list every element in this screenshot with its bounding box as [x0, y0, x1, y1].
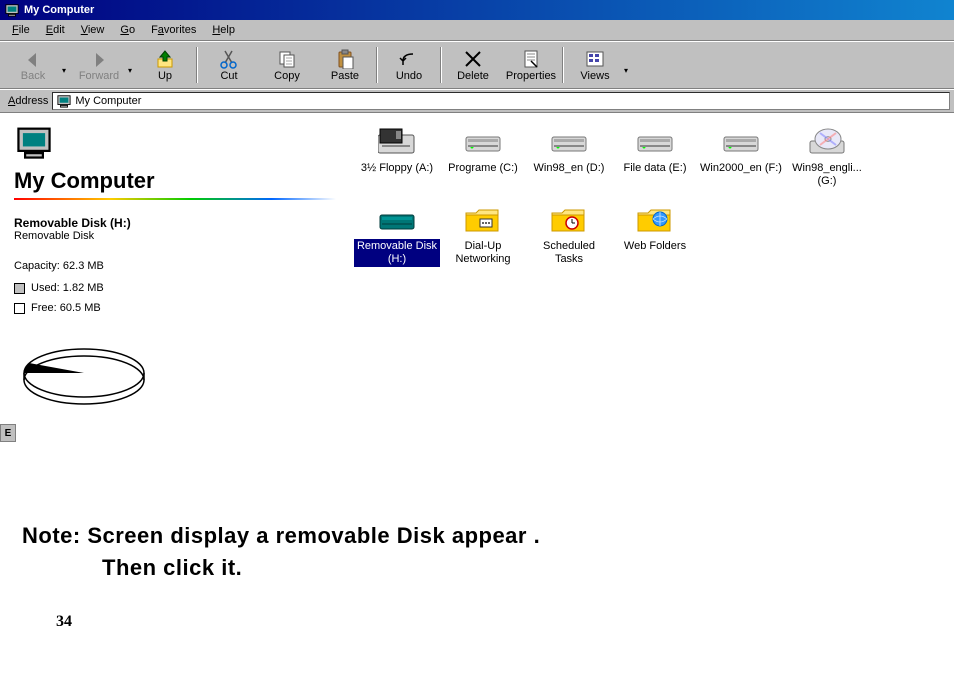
used-label: Used: 1.82 MB: [31, 282, 104, 294]
address-label: Address: [4, 95, 52, 107]
cut-icon: [218, 49, 240, 69]
computer-icon: [56, 94, 72, 108]
properties-icon: [520, 49, 542, 69]
copy-button[interactable]: Copy: [258, 43, 316, 87]
views-icon: [584, 49, 606, 69]
free-label: Free: 60.5 MB: [31, 302, 101, 314]
removable-icon: [377, 204, 417, 236]
window-title: My Computer: [24, 4, 94, 16]
menu-favorites[interactable]: Favorites: [143, 22, 204, 38]
cd-icon: [807, 126, 847, 158]
pie-chart: [14, 338, 164, 411]
views-button[interactable]: Views: [566, 43, 624, 87]
delete-icon: [462, 49, 484, 69]
views-dropdown[interactable]: ▾: [624, 56, 632, 75]
up-icon: [154, 49, 176, 69]
rainbow-divider: [14, 198, 336, 200]
note-line-2: Then click it.: [22, 555, 942, 581]
drive-item[interactable]: Programe (C:): [440, 126, 526, 188]
drive-item[interactable]: Win98_engli... (G:): [784, 126, 870, 188]
hdd-icon: [635, 126, 675, 158]
up-button[interactable]: Up: [136, 43, 194, 87]
paste-icon: [334, 49, 356, 69]
toolbar-separator: [562, 47, 564, 83]
drive-label: Dial-Up Networking: [440, 239, 526, 266]
hdd-icon: [549, 126, 589, 158]
note-line-1: Note: Screen display a removable Disk ap…: [22, 523, 942, 549]
drive-item[interactable]: Removable Disk (H:): [354, 204, 440, 266]
selection-name: Removable Disk (H:): [14, 216, 336, 230]
titlebar: My Computer: [0, 0, 954, 20]
drive-label: Removable Disk (H:): [354, 239, 440, 266]
drive-label: File data (E:): [622, 161, 689, 176]
paste-button[interactable]: Paste: [316, 43, 374, 87]
folder-dial-icon: [463, 204, 503, 236]
copy-icon: [276, 49, 298, 69]
toolbar-separator: [440, 47, 442, 83]
menu-file[interactable]: File: [4, 22, 38, 38]
toolbar-separator: [196, 47, 198, 83]
forward-icon: [88, 49, 110, 69]
properties-button[interactable]: Properties: [502, 43, 560, 87]
drive-label: Win98_engli... (G:): [784, 161, 870, 188]
undo-icon: [398, 49, 420, 69]
back-dropdown[interactable]: ▾: [62, 56, 70, 75]
drive-label: 3½ Floppy (A:): [359, 161, 435, 176]
menubar: File Edit View Go Favorites Help: [0, 20, 954, 41]
toolbar: Back ▾ Forward ▾ Up Cut Copy Paste Undo: [0, 41, 954, 89]
back-button[interactable]: Back: [4, 43, 62, 87]
menu-go[interactable]: Go: [112, 22, 143, 38]
drive-item[interactable]: Dial-Up Networking: [440, 204, 526, 266]
drive-label: Win2000_en (F:): [698, 161, 784, 176]
drive-item[interactable]: Win98_en (D:): [526, 126, 612, 188]
back-icon: [22, 49, 44, 69]
computer-large-icon: [14, 124, 54, 160]
drive-icon-view: 3½ Floppy (A:) Programe (C:) Win98_en (D:)…: [350, 114, 954, 483]
drive-label: Programe (C:): [446, 161, 520, 176]
free-swatch: [14, 303, 25, 314]
free-row: Free: 60.5 MB: [14, 302, 336, 314]
cut-button[interactable]: Cut: [200, 43, 258, 87]
content-area: My Computer Removable Disk (H:) Removabl…: [0, 113, 954, 483]
note-text: Note: Screen display a removable Disk ap…: [0, 483, 954, 593]
forward-button[interactable]: Forward: [70, 43, 128, 87]
explorer-window: My Computer File Edit View Go Favorites …: [0, 0, 954, 483]
folder-sched-icon: [549, 204, 589, 236]
hdd-icon: [721, 126, 761, 158]
floppy-icon: [377, 126, 417, 158]
drive-label: Scheduled Tasks: [526, 239, 612, 266]
page-title: My Computer: [14, 168, 336, 194]
drive-item[interactable]: Web Folders: [612, 204, 698, 266]
used-swatch: [14, 283, 25, 294]
toolbar-separator: [376, 47, 378, 83]
capacity-label: Capacity: 62.3 MB: [14, 260, 336, 272]
selection-type: Removable Disk: [14, 230, 336, 242]
addressbar: Address My Computer: [0, 89, 954, 113]
address-value: My Computer: [75, 95, 141, 107]
folder-web-icon: [635, 204, 675, 236]
address-input[interactable]: My Computer: [52, 92, 950, 110]
left-info-pane: My Computer Removable Disk (H:) Removabl…: [0, 114, 350, 483]
computer-icon: [4, 3, 20, 17]
drive-item[interactable]: Scheduled Tasks: [526, 204, 612, 266]
drive-label: Web Folders: [622, 239, 688, 254]
menu-help[interactable]: Help: [204, 22, 243, 38]
forward-dropdown[interactable]: ▾: [128, 56, 136, 75]
e-tab[interactable]: E: [0, 424, 16, 442]
page-number: 34: [0, 593, 954, 631]
used-row: Used: 1.82 MB: [14, 282, 336, 294]
menu-view[interactable]: View: [73, 22, 113, 38]
hdd-icon: [463, 126, 503, 158]
drive-item[interactable]: Win2000_en (F:): [698, 126, 784, 188]
drive-item[interactable]: 3½ Floppy (A:): [354, 126, 440, 188]
undo-button[interactable]: Undo: [380, 43, 438, 87]
delete-button[interactable]: Delete: [444, 43, 502, 87]
drive-label: Win98_en (D:): [532, 161, 607, 176]
menu-edit[interactable]: Edit: [38, 22, 73, 38]
drive-item[interactable]: File data (E:): [612, 126, 698, 188]
